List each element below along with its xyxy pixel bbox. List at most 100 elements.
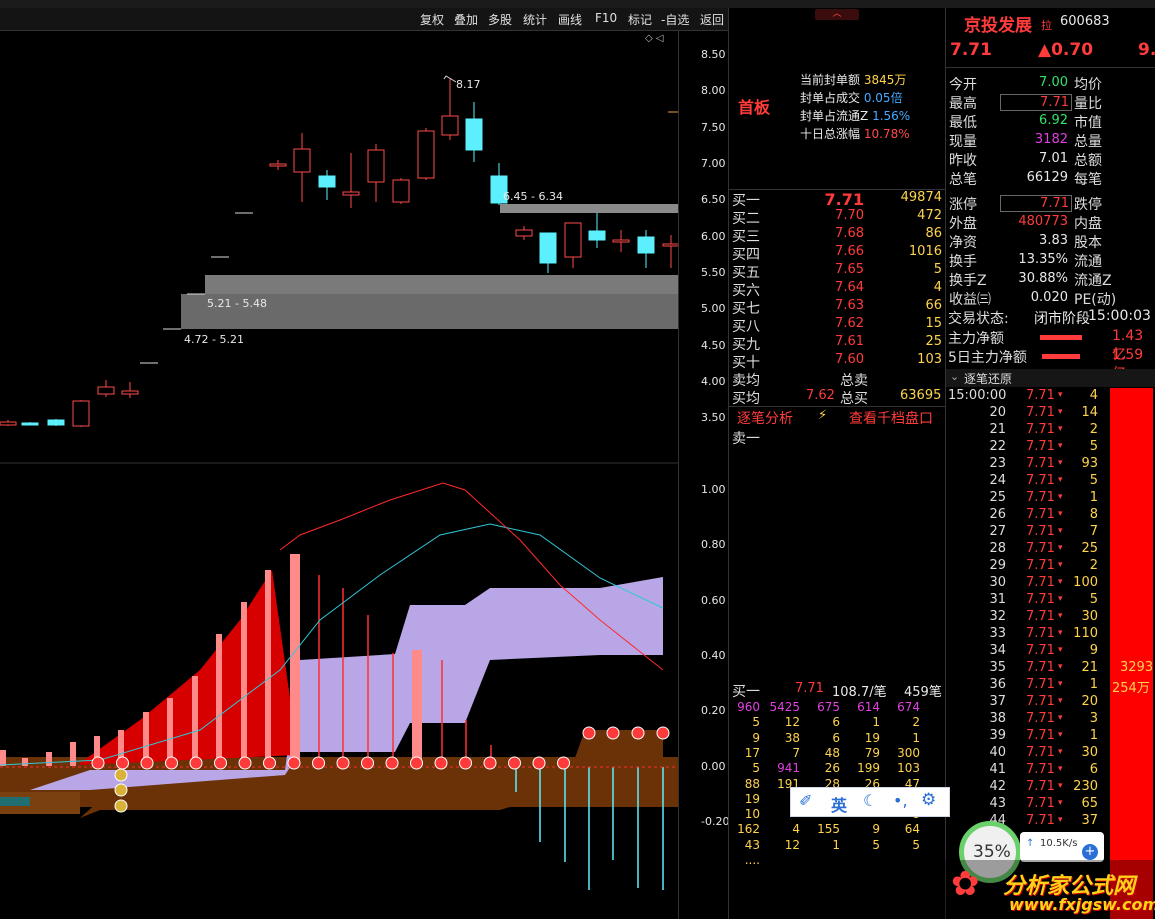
down-arrow-icon: ▾ [1058, 611, 1063, 621]
down-arrow-icon: ▾ [1058, 458, 1063, 468]
order-level: 买一 [732, 193, 760, 209]
toolbar-button[interactable]: 返回 [700, 11, 724, 28]
queue-cell: 12 [784, 715, 800, 730]
candle [392, 179, 410, 203]
tick-row: 36 7.71 ▾ 1 [948, 677, 1108, 694]
tick-time: 21 [989, 422, 1006, 437]
toolbar-button[interactable]: F10 [595, 11, 617, 25]
tick-price: 7.71 [1026, 541, 1055, 556]
down-arrow-icon: ▾ [1058, 424, 1063, 434]
quote-value: 7.71 [1000, 94, 1072, 111]
indicator-tick: 0.80 [701, 538, 726, 551]
candle [465, 118, 483, 151]
moon-icon[interactable]: ☾ [863, 791, 877, 810]
limit-board-value: 1.56% [872, 109, 911, 123]
ime-lang[interactable]: 英 [831, 792, 847, 816]
candle [564, 222, 582, 258]
zone-label-3: 4.72 - 5.21 [184, 333, 244, 346]
ime-toolbar[interactable]: ✐ 英 ☾ •, ⚙ [790, 787, 950, 817]
pink-bar [412, 650, 422, 766]
gold-coin-marker [114, 783, 128, 797]
toolbar-button[interactable]: 标记 [628, 11, 652, 28]
order-price: 7.63 [835, 298, 864, 313]
tick-time: 25 [989, 490, 1006, 505]
queue-cell: 941 [777, 761, 800, 776]
quote-key-right: 总额 [1074, 153, 1102, 169]
candle [0, 421, 17, 426]
tick-time: 20 [989, 405, 1006, 420]
pink-bar [46, 752, 52, 766]
candle [367, 149, 385, 183]
orderbook-row[interactable]: 买五 7.65 5 [732, 262, 942, 281]
order-volume: 15 [925, 316, 942, 331]
queue-cell: 5 [752, 761, 760, 776]
thousand-link[interactable]: 查看千档盘口 [849, 408, 933, 428]
queue-cell: 162 [737, 822, 760, 837]
trade-state-time: 15:00:03 [1088, 308, 1151, 324]
coin-marker [361, 756, 374, 770]
price-tick: 3.50 [701, 411, 726, 424]
tick-row: 31 7.71 ▾ 5 [948, 592, 1108, 609]
queue-cell: 43 [744, 837, 760, 852]
orderbook-row[interactable]: 买三 7.68 86 [732, 226, 942, 245]
tick-volume: 5 [1089, 439, 1098, 454]
collapse-arrow-icon[interactable]: ︿ [815, 9, 859, 20]
order-price: 7.64 [835, 280, 864, 295]
side-bar-v1: 3293 [1120, 660, 1154, 675]
quote-key: 外盘 [949, 216, 977, 232]
tick-price: 7.71 [1026, 405, 1055, 420]
separator [729, 406, 945, 407]
pink-bar [290, 554, 300, 766]
orderbook-row[interactable]: 买十 7.60 103 [732, 352, 942, 371]
tick-price: 7.71 [1026, 626, 1055, 641]
pink-bar [241, 602, 247, 766]
tick-volume: 8 [1089, 507, 1098, 522]
stock-price: 7.71 [950, 40, 992, 60]
analysis-link[interactable]: 逐笔分析 [737, 408, 793, 428]
diamond-icon[interactable]: ◇ ◁ [645, 33, 664, 44]
toolbar-button[interactable]: 统计 [523, 11, 547, 28]
quote-key: 换手 [949, 254, 977, 270]
limit-board-key: 十日总涨幅 [800, 127, 861, 141]
collapse-icon[interactable]: ⌄ [950, 370, 959, 383]
tick-price: 7.71 [1026, 456, 1055, 471]
pen-icon[interactable]: ✐ [799, 791, 812, 810]
toolbar-button[interactable]: 多股 [488, 11, 512, 28]
orderbook-row[interactable]: 买六 7.64 4 [732, 280, 942, 299]
orderbook-row[interactable]: 买一 7.71 49874 [732, 190, 942, 209]
tick-time: 33 [989, 626, 1006, 641]
toolbar-button[interactable]: 叠加 [454, 11, 478, 28]
plus-icon[interactable]: + [1082, 844, 1098, 860]
tick-volume: 14 [1081, 405, 1098, 420]
gear-icon[interactable]: ⚙ [921, 790, 936, 810]
limit-board-value: 0.05倍 [863, 91, 903, 105]
quote-key-right: 量比 [1074, 96, 1102, 112]
candle [21, 422, 39, 426]
tick-row: 29 7.71 ▾ 2 [948, 558, 1108, 575]
price-tick: 8.50 [701, 48, 726, 61]
orderbook-row[interactable]: 买七 7.63 66 [732, 298, 942, 317]
tick-time: 37 [989, 694, 1006, 709]
net-speed-panel[interactable]: ↑ 10.5K/s + [1020, 832, 1104, 862]
tick-price: 7.71 [1026, 388, 1055, 403]
kline-chart[interactable] [0, 30, 678, 919]
ticks-header[interactable]: ⌄ 逐笔还原 [946, 369, 1155, 387]
order-price: 7.60 [835, 352, 864, 367]
down-arrow-icon: ▾ [1058, 713, 1063, 723]
candle [662, 243, 678, 247]
stock-tag: 拉 [1041, 19, 1052, 32]
tick-price: 7.71 [1026, 439, 1055, 454]
orderbook-row[interactable]: 买九 7.61 25 [732, 334, 942, 353]
tick-time: 23 [989, 456, 1006, 471]
toolbar-button[interactable]: 画线 [558, 11, 582, 28]
queue-cell: 38 [784, 730, 800, 745]
punct-icon[interactable]: •, [893, 791, 908, 810]
quote-key-right: 每笔 [1074, 172, 1102, 188]
tick-volume: 20 [1081, 694, 1098, 709]
toolbar-button[interactable]: 复权 [420, 11, 444, 28]
tick-volume: 9 [1089, 643, 1098, 658]
orderbook-row[interactable]: 买四 7.66 1016 [732, 244, 942, 263]
orderbook-row[interactable]: 买二 7.70 472 [732, 208, 942, 227]
toolbar-button[interactable]: -自选 [661, 11, 689, 28]
orderbook-row[interactable]: 买八 7.62 15 [732, 316, 942, 335]
